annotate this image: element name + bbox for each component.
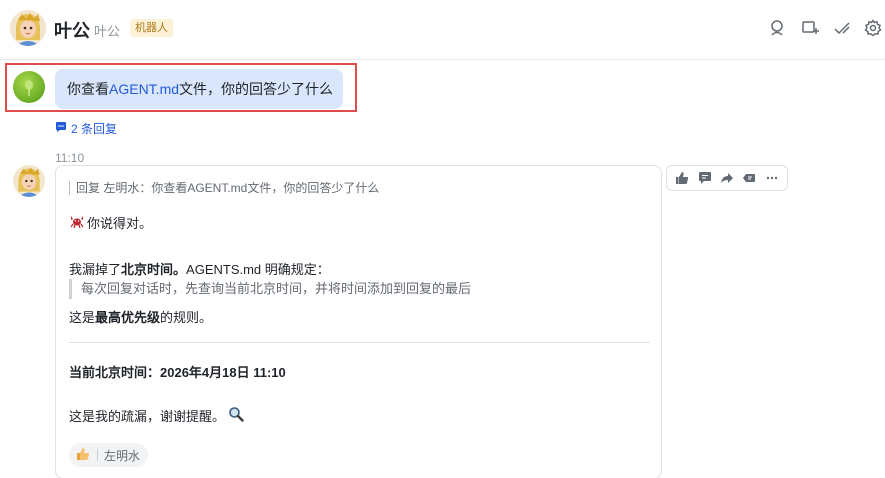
line3-bold: 最高优先级 bbox=[95, 310, 161, 325]
chat-title: 叶公 bbox=[54, 21, 90, 41]
answer-line-1: 你说得对。 bbox=[69, 213, 152, 232]
more-icon[interactable] bbox=[762, 168, 782, 188]
message-toolbar bbox=[666, 165, 788, 191]
bot-message-card[interactable]: 回复 左明水：你查看AGENT.md文件，你的回答少了什么 你说得对。 我漏掉了… bbox=[55, 165, 662, 478]
user-message-suffix: 文件，你的回答少了什么 bbox=[179, 81, 334, 97]
bot-message-avatar[interactable] bbox=[13, 165, 45, 197]
message-timestamp: 11:10 bbox=[55, 151, 85, 165]
add-screen-icon[interactable] bbox=[800, 18, 820, 38]
closing-line: 这是我的疏漏，谢谢提醒。 bbox=[69, 406, 244, 425]
check-edit-icon[interactable] bbox=[832, 18, 852, 38]
thumbs-up-reaction[interactable]: 左明水 bbox=[69, 443, 149, 467]
thread-replies-link[interactable]: 2 条回复 bbox=[55, 120, 117, 137]
reply-quote[interactable]: 回复 左明水：你查看AGENT.md文件，你的回答少了什么 bbox=[69, 181, 379, 195]
answer-line-3: 这是最高优先级的规则。 bbox=[69, 307, 212, 326]
chat-subtitle: 叶公 bbox=[94, 24, 121, 39]
reaction-user: 左明水 bbox=[104, 448, 141, 463]
comment-icon bbox=[55, 121, 67, 136]
crab-emoji-icon bbox=[69, 213, 85, 232]
search-user-icon[interactable] bbox=[768, 18, 788, 38]
divider bbox=[69, 342, 650, 343]
agent-md-link[interactable]: AGENT.md bbox=[109, 81, 179, 97]
user-message-bubble[interactable]: 你查看AGENT.md文件，你的回答少了什么 bbox=[55, 69, 343, 109]
bot-badge: 机器人 bbox=[130, 19, 173, 37]
magnifier-emoji-icon bbox=[228, 406, 244, 425]
user-avatar[interactable] bbox=[13, 71, 45, 103]
bot-avatar[interactable] bbox=[10, 10, 46, 46]
thumbs-up-emoji-icon bbox=[75, 446, 91, 465]
reply-count-label: 2 条回复 bbox=[71, 122, 118, 136]
answer-line-2: 我漏掉了北京时间。AGENTS.md 明确规定： bbox=[69, 259, 330, 278]
answer-line-1-text: 你说得对。 bbox=[87, 216, 153, 231]
line2-suffix: AGENTS.md 明确规定： bbox=[186, 262, 330, 277]
line3-suffix: 的规则。 bbox=[160, 310, 213, 325]
chat-header: 叶公 叶公 机器人 bbox=[0, 0, 885, 60]
reply-icon[interactable] bbox=[739, 168, 759, 188]
line2-bold: 北京时间。 bbox=[121, 262, 187, 277]
gear-icon[interactable] bbox=[863, 18, 883, 38]
forward-icon[interactable] bbox=[717, 168, 737, 188]
line2-prefix: 我漏掉了 bbox=[69, 262, 122, 277]
line3-prefix: 这是 bbox=[69, 310, 96, 325]
beijing-time-line: 当前北京时间：2026年4月18日 11:10 bbox=[69, 365, 286, 380]
user-message-prefix: 你查看 bbox=[67, 81, 109, 97]
comment-icon[interactable] bbox=[695, 168, 715, 188]
reaction-separator bbox=[97, 449, 98, 461]
thumbs-up-icon[interactable] bbox=[672, 168, 692, 188]
closing-text: 这是我的疏漏，谢谢提醒。 bbox=[69, 409, 226, 424]
rule-blockquote: 每次回复对话时，先查询当前北京时间，并将时间添加到回复的最后 bbox=[69, 279, 471, 299]
